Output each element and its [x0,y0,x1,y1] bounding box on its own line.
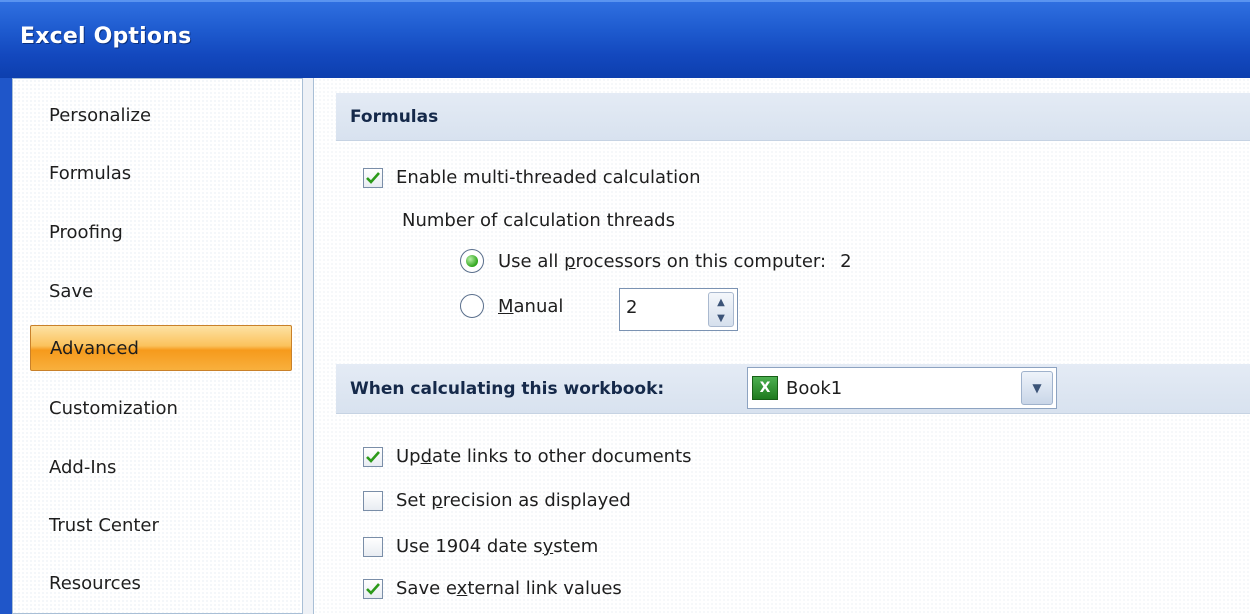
workbook-select[interactable]: X Book1 ▼ [747,367,1057,409]
processor-count: 2 [840,250,852,272]
spin-down-icon[interactable]: ▼ [709,310,733,326]
sidebar-item-advanced[interactable]: Advanced [30,325,292,371]
checkmark-icon [366,450,380,463]
option-save-external-links[interactable]: Save external link values [363,578,622,599]
set-precision-label: Set precision as displayed [396,490,631,511]
option-1904-date[interactable]: Use 1904 date system [363,536,598,557]
options-content: Formulas Enable multi-threaded calculati… [313,78,1250,614]
window-border [0,78,12,614]
set-precision-checkbox[interactable] [363,490,383,511]
dialog-frame: Personalize Formulas Proofing Save Advan… [0,78,1250,614]
save-external-links-label: Save external link values [396,578,622,599]
window-title: Excel Options [20,24,192,49]
save-external-links-checkbox[interactable] [363,578,383,599]
sidebar-item-save[interactable]: Save [30,269,292,315]
excel-workbook-icon: X [752,376,778,400]
update-links-label: Update links to other documents [396,446,692,467]
use-all-processors-radio[interactable] [460,249,484,273]
sidebar-item-resources[interactable]: Resources [30,561,292,607]
checkmark-icon [366,582,380,595]
manual-radio[interactable] [460,294,484,318]
update-links-checkbox[interactable] [363,446,383,467]
option-update-links[interactable]: Update links to other documents [363,446,692,467]
use-all-processors-option[interactable]: Use all processors on this computer: 2 [460,249,852,273]
spin-up-icon[interactable]: ▲ [709,294,733,310]
manual-option[interactable]: Manual [460,294,563,318]
date-1904-label: Use 1904 date system [396,536,599,557]
threads-label-text: Number of calculation threads [402,210,675,231]
date-1904-checkbox[interactable] [363,536,383,557]
spinner-buttons[interactable]: ▲ ▼ [708,292,734,327]
sidebar: Personalize Formulas Proofing Save Advan… [12,78,303,614]
section-header-formulas: Formulas [336,93,1250,141]
thread-count-value[interactable]: 2 [626,297,637,318]
multithread-label: Enable multi-threaded calculation [396,167,701,188]
chevron-down-icon[interactable]: ▼ [1021,371,1053,405]
workbook-select-value: Book1 [786,378,843,399]
option-set-precision[interactable]: Set precision as displayed [363,490,631,511]
title-bar: Excel Options [0,0,1250,78]
sidebar-item-proofing[interactable]: Proofing [30,210,292,256]
multithread-checkbox[interactable] [363,167,383,188]
radio-selected-dot [466,255,478,267]
sidebar-item-add-ins[interactable]: Add-Ins [30,445,292,491]
use-all-processors-label: Use all processors on this computer: [498,250,827,272]
multithread-option[interactable]: Enable multi-threaded calculation [363,167,701,188]
sidebar-item-trust-center[interactable]: Trust Center [30,503,292,549]
sidebar-item-personalize[interactable]: Personalize [30,93,292,139]
sidebar-item-customization[interactable]: Customization [30,386,292,432]
manual-label: Manual [498,295,564,317]
threads-label: Number of calculation threads [402,210,675,231]
checkmark-icon [366,171,380,184]
thread-count-spinner[interactable]: 2 ▲ ▼ [619,288,738,331]
sidebar-item-formulas[interactable]: Formulas [30,151,292,197]
